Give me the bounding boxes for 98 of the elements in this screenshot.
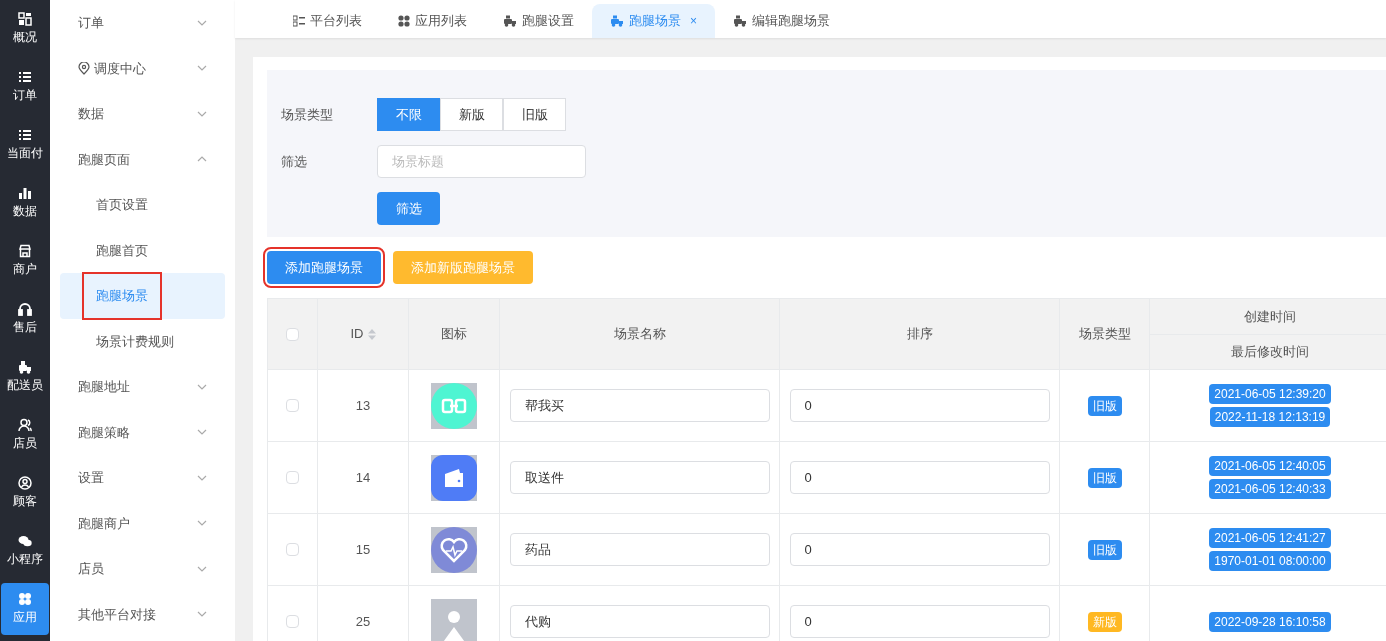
sort-field[interactable]: 0 [789, 389, 1050, 422]
column-header: 场景类型 [1078, 325, 1131, 344]
checkbox[interactable] [286, 327, 299, 341]
name-field[interactable]: 药品 [509, 533, 770, 566]
chevron-up-icon [197, 156, 207, 163]
rail-item[interactable]: 商户 [1, 235, 49, 287]
rail-item[interactable]: 小程序 [1, 525, 49, 577]
checkbox[interactable] [286, 399, 299, 412]
column-header: 场景名称 [613, 325, 666, 344]
rail-item[interactable]: 配送员 [1, 351, 49, 403]
sort-field[interactable]: 0 [789, 533, 1050, 566]
delivery-icon [503, 15, 517, 27]
chevron-down-icon [197, 383, 207, 390]
name-field[interactable]: 取送件 [509, 461, 770, 494]
heart-image [431, 526, 477, 573]
type-tag: 新版 [1087, 611, 1122, 632]
id-cell-text: 13 [355, 396, 371, 415]
location-pin-icon [78, 61, 90, 75]
delivery-icon [610, 15, 624, 27]
time-tag: 2021-06-05 12:40:33 [1209, 479, 1331, 499]
grid-icon [398, 15, 410, 27]
sidebar-item[interactable]: 跑腿商户 [60, 500, 225, 546]
sort-field[interactable]: 0 [789, 461, 1050, 494]
wallet-image [431, 454, 477, 501]
chat-icon [18, 534, 32, 548]
column-header: ID [350, 325, 364, 344]
chevron-down-icon [197, 565, 207, 572]
people-icon [18, 418, 32, 432]
checkbox[interactable] [286, 543, 299, 556]
segment-option[interactable]: 旧版 [503, 98, 566, 131]
type-tag: 旧版 [1087, 539, 1122, 560]
checkbox[interactable] [286, 615, 299, 628]
rail-item[interactable]: 顾客 [1, 467, 49, 519]
rail-item[interactable]: 数据 [1, 177, 49, 229]
time-tag: 1970-01-01 08:00:00 [1209, 551, 1331, 571]
list-icon [18, 70, 32, 84]
field-label: 场景类型 [281, 105, 334, 124]
bar-chart-icon [18, 186, 32, 200]
id-cell-text: 15 [355, 540, 371, 559]
rail-item[interactable]: 售后 [1, 293, 49, 345]
delivery-icon [18, 360, 32, 374]
sidebar-item[interactable]: 数据 [60, 91, 225, 137]
id-cell-text: 14 [355, 468, 371, 487]
sort-field[interactable]: 0 [789, 605, 1050, 638]
sidebar-subitem[interactable]: 场景计费规则 [60, 318, 225, 364]
rail-item[interactable]: 当面付 [1, 119, 49, 171]
chevron-down-icon [197, 474, 207, 481]
time-tag: 2021-06-05 12:39:20 [1209, 384, 1331, 404]
link-image [431, 382, 477, 429]
chevron-down-icon [197, 65, 207, 72]
sidebar-item[interactable]: 设置 [60, 455, 225, 501]
sidebar-item[interactable]: 跑腿策略 [60, 409, 225, 455]
type-tag: 旧版 [1087, 395, 1122, 416]
list-icon [293, 15, 305, 27]
time-tag: 2022-09-28 16:10:58 [1209, 611, 1331, 632]
sort-icon[interactable] [367, 328, 376, 340]
search-field[interactable]: 场景标题 [377, 145, 586, 178]
name-field[interactable]: 帮我买 [509, 389, 770, 422]
chevron-down-icon [197, 611, 207, 618]
column-header: 排序 [906, 325, 933, 344]
sidebar-item[interactable]: 调度中心 [60, 45, 225, 91]
user-circle-icon [18, 476, 32, 490]
delivery-icon [733, 15, 747, 27]
chevron-down-icon [197, 429, 207, 436]
rail-item[interactable]: 概况 [1, 3, 49, 55]
headset-icon [18, 302, 32, 316]
type-tag: 旧版 [1087, 467, 1122, 488]
checkbox[interactable] [286, 471, 299, 484]
segment-option[interactable]: 新版 [440, 98, 503, 131]
column-header: 图标 [441, 325, 467, 344]
time-tag: 2021-06-05 12:40:05 [1209, 456, 1331, 476]
id-cell-text: 25 [355, 612, 371, 631]
sidebar-subitem[interactable]: 跑腿首页 [60, 227, 225, 273]
list-icon [18, 128, 32, 142]
tab[interactable]: 编辑跑腿场景 [715, 4, 848, 38]
time-tag: 2022-11-18 12:13:19 [1209, 407, 1331, 427]
sidebar-item[interactable]: 订单 [60, 0, 225, 46]
name-field[interactable]: 代购 [509, 605, 770, 638]
column-header: 最后修改时间 [1231, 343, 1309, 361]
chevron-down-icon [197, 110, 207, 117]
rail-item[interactable]: 店员 [1, 409, 49, 461]
sidebar-item[interactable]: 店员 [60, 546, 225, 592]
sidebar-item[interactable]: 跑腿页面 [60, 136, 225, 182]
tab[interactable]: 平台列表 [275, 4, 380, 38]
store-icon [18, 244, 32, 258]
grid-icon [18, 592, 32, 606]
chevron-down-icon [197, 520, 207, 527]
time-tag: 2021-06-05 12:41:27 [1209, 528, 1331, 548]
chevron-down-icon [197, 19, 207, 26]
sidebar-subitem[interactable]: 首页设置 [60, 182, 225, 228]
tab[interactable]: 跑腿设置 [485, 4, 592, 38]
rail-item[interactable]: 订单 [1, 61, 49, 113]
field-label: 筛选 [281, 152, 308, 171]
dashboard-icon [18, 12, 32, 26]
sidebar-item[interactable]: 其他平台对接 [60, 591, 225, 637]
tab[interactable]: 应用列表 [380, 4, 485, 38]
sidebar-item[interactable]: 跑腿地址 [60, 364, 225, 410]
column-header: 创建时间 [1244, 307, 1296, 326]
